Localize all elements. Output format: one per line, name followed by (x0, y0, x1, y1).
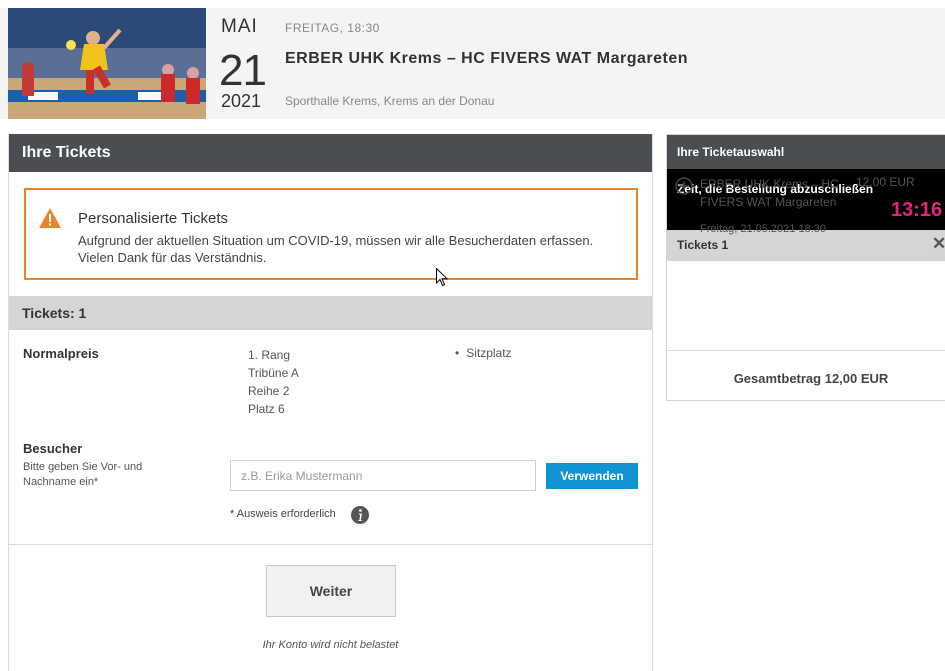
handball-photo-icon (8, 8, 206, 119)
event-header: MAI 21 2021 FREITAG, 18:30 ERBER UHK Kre… (0, 8, 945, 119)
selected-ticket-date: Freitag, 21.05.2021 18:30 (700, 223, 826, 235)
plus-circle-icon[interactable] (675, 177, 693, 200)
info-icon[interactable] (350, 505, 370, 530)
visitor-hint: Bitte geben Sie Vor- und Nachname ein* (23, 461, 143, 488)
event-time: FREITAG, 18:30 (285, 21, 380, 35)
notice-text: Aufgrund der aktuellen Situation um COVI… (78, 233, 594, 265)
event-month: MAI (221, 16, 258, 37)
next-button[interactable]: Weiter (266, 565, 396, 617)
account-note: Ihr Konto wird nicht belastet (262, 639, 399, 651)
selection-title: Ihre Ticketauswahl (667, 135, 945, 169)
ticket-selection-panel: Ihre Ticketauswahl Zeit, die Bestellung … (666, 134, 945, 401)
event-day: 21 (219, 46, 267, 95)
selected-ticket-name: ERBER UHK Krems – HC FIVERS WAT Margaret… (700, 177, 839, 209)
id-required-note: * Ausweis erforderlich (230, 508, 336, 520)
selection-tickets-label: Tickets 1 (677, 238, 729, 252)
divider (667, 350, 945, 351)
timer-value: 13:16 (891, 199, 943, 221)
seat-line: Platz 6 (248, 402, 285, 416)
tickets-count-bar: Tickets: 1 (9, 296, 652, 330)
mouse-cursor-icon (436, 267, 449, 292)
seat-info: 1. Rang Tribüne A Reihe 2 Platz 6 (248, 346, 299, 418)
close-icon[interactable]: ✕ (932, 234, 945, 254)
visitor-label: Besucher (23, 441, 83, 456)
total-amount: Gesamtbetrag 12,00 EUR (733, 371, 889, 386)
tickets-panel: Ihre Tickets Personalisierte Tickets Auf… (8, 134, 653, 671)
warning-icon (39, 208, 61, 233)
divider (9, 544, 652, 545)
seat-type: • Sitzplatz (455, 346, 512, 360)
personalization-notice: Personalisierte Tickets Aufgrund der akt… (24, 188, 638, 280)
notice-title: Personalisierte Tickets (78, 210, 229, 227)
event-title: ERBER UHK Krems – HC FIVERS WAT Margaret… (285, 50, 688, 67)
selected-ticket-price: 12,00 EUR (856, 175, 915, 189)
panel-title: Ihre Tickets (9, 134, 652, 172)
event-venue: Sporthalle Krems, Krems an der Donau (285, 94, 495, 108)
event-photo (8, 8, 206, 119)
seat-line: Tribüne A (248, 366, 299, 380)
price-type: Normalpreis (23, 346, 99, 361)
event-year: 2021 (221, 91, 262, 111)
visitor-name-input[interactable] (230, 460, 536, 491)
bullet-icon: • (455, 346, 460, 360)
seat-line: 1. Rang (248, 348, 291, 362)
seat-line: Reihe 2 (248, 384, 290, 398)
use-button[interactable]: Verwenden (546, 463, 638, 489)
seat-type-label: Sitzplatz (466, 346, 512, 360)
